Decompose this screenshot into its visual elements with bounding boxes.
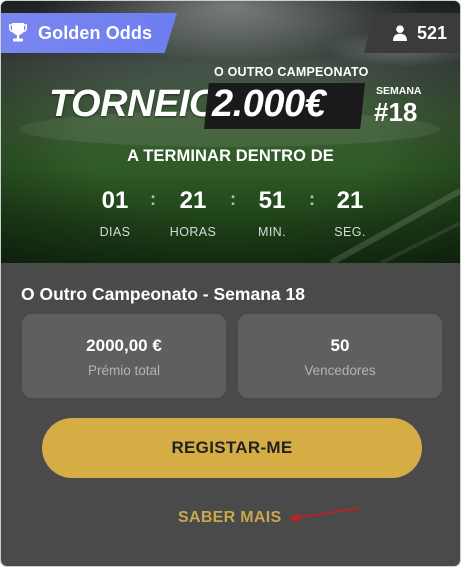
register-button[interactable]: REGISTAR-ME xyxy=(42,418,422,478)
countdown-seconds-value: 21 xyxy=(336,187,364,214)
countdown-seconds-label: SEG. xyxy=(334,225,366,239)
competition-title: O Outro Campeonato - Semana 18 xyxy=(21,284,305,304)
week-label: SEMANA xyxy=(376,85,422,97)
countdown-minutes-value: 51 xyxy=(258,187,286,214)
tournament-word: TORNEIO xyxy=(49,83,218,125)
countdown-hours-label: HORAS xyxy=(169,225,217,239)
countdown-minutes-label: MIN. xyxy=(258,225,286,239)
winners-value: 50 xyxy=(330,336,350,355)
winners-box: 50 Vencedores xyxy=(238,314,442,398)
winners-label: Vencedores xyxy=(304,363,376,378)
learn-more-link[interactable]: SABER MAIS xyxy=(178,509,281,527)
tournament-card: Golden Odds 521 O OUTRO CAMPEONATO TORNE… xyxy=(1,1,460,566)
prize-amount: 2.000€ xyxy=(212,83,326,125)
tournament-banner: Golden Odds 521 O OUTRO CAMPEONATO TORNE… xyxy=(1,1,460,263)
countdown-heading: A TERMINAR DENTRO DE xyxy=(127,147,334,165)
week-number: #18 xyxy=(374,97,418,127)
trophy-icon xyxy=(9,23,27,42)
red-arrow-icon xyxy=(289,507,361,522)
total-prize-box: 2000,00 € Prémio total xyxy=(22,314,226,398)
players-count: 521 xyxy=(417,23,448,43)
countdown-hours-value: 21 xyxy=(179,187,207,214)
countdown-days-label: DIAS xyxy=(99,225,131,239)
user-icon xyxy=(393,25,407,41)
golden-odds-label: Golden Odds xyxy=(38,23,153,43)
total-prize-label: Prémio total xyxy=(87,363,161,378)
league-subtitle: O OUTRO CAMPEONATO xyxy=(214,65,369,79)
total-prize-value: 2000,00 € xyxy=(86,336,162,355)
countdown-days-value: 01 xyxy=(101,187,129,214)
